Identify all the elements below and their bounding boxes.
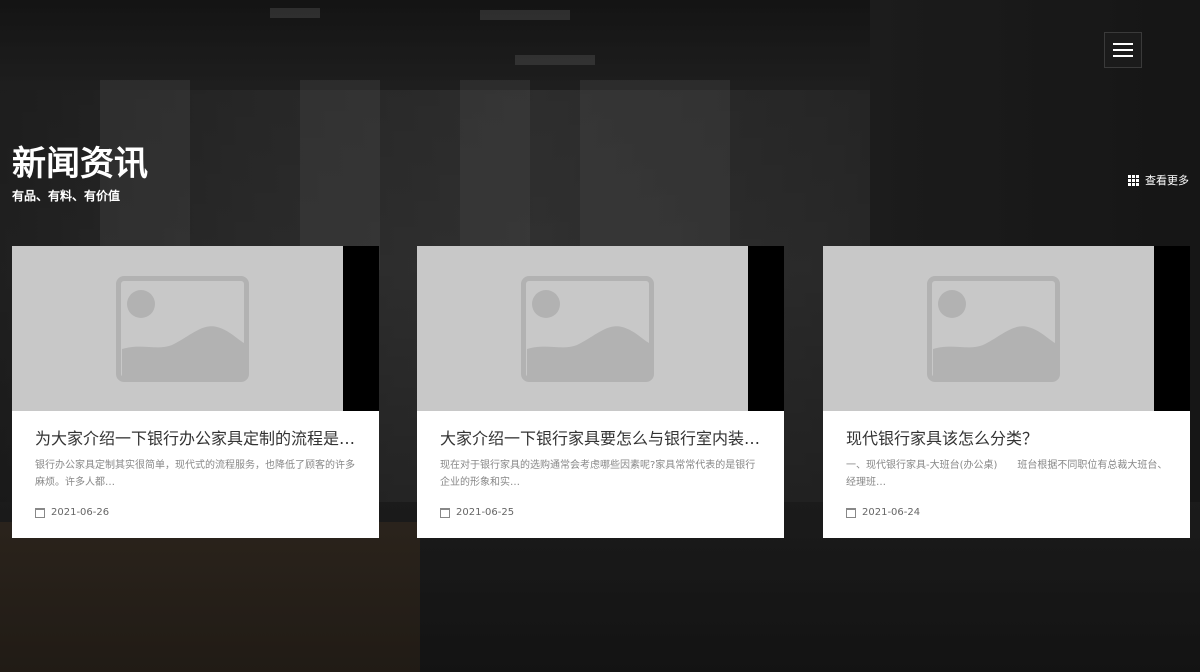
news-card-media (417, 246, 784, 411)
image-placeholder (417, 246, 748, 411)
hamburger-menu-icon (1113, 49, 1133, 51)
news-card-title[interactable]: 大家介绍一下银行家具要怎么与银行室内装… (440, 427, 762, 451)
image-placeholder-sun (938, 290, 966, 318)
view-more-label: 查看更多 (1145, 174, 1189, 187)
image-placeholder-sun (127, 290, 155, 318)
image-placeholder-sun (532, 290, 560, 318)
image-placeholder (823, 246, 1154, 411)
news-card[interactable]: 现代银行家具该怎么分类？ 一、现代银行家具-大班台(办公桌) 班台根据不同职位有… (823, 246, 1190, 538)
image-placeholder-mountain (527, 326, 649, 381)
calendar-icon (846, 507, 856, 518)
news-card-title[interactable]: 现代银行家具该怎么分类？ (846, 427, 1168, 451)
section-subtitle: 有品、有料、有价值 (12, 189, 121, 203)
news-card-title[interactable]: 为大家介绍一下银行办公家具定制的流程是… (35, 427, 357, 451)
news-card-date: 2021-06-26 (35, 507, 357, 518)
news-card-media (12, 246, 379, 411)
news-card-date: 2021-06-24 (846, 507, 1168, 518)
image-placeholder-mountain (122, 326, 244, 381)
news-card-date-text: 2021-06-24 (862, 507, 921, 518)
news-card-excerpt: 银行办公家具定制其实很简单，现代式的流程服务，也降低了顾客的许多麻烦。许多人都… (35, 460, 355, 488)
news-card-date: 2021-06-25 (440, 507, 762, 518)
news-card[interactable]: 为大家介绍一下银行办公家具定制的流程是… 银行办公家具定制其实很简单，现代式的流… (12, 246, 379, 538)
news-card-excerpt: 现在对于银行家具的选购通常会考虑哪些因素呢?家具常常代表的是银行企业的形象和实… (440, 460, 756, 488)
news-card-date-text: 2021-06-26 (51, 507, 110, 518)
image-placeholder (12, 246, 343, 411)
calendar-icon (440, 507, 450, 518)
image-placeholder-mountain (933, 326, 1055, 381)
news-card[interactable]: 大家介绍一下银行家具要怎么与银行室内装… 现在对于银行家具的选购通常会考虑哪些因… (417, 246, 784, 538)
news-card-excerpt: 一、现代银行家具-大班台(办公桌) 班台根据不同职位有总裁大班台、经理班… (846, 460, 1168, 488)
hamburger-menu-icon (1113, 43, 1133, 45)
calendar-icon (35, 507, 45, 518)
menu-button[interactable] (1104, 32, 1142, 68)
view-more-link[interactable]: 查看更多 (1128, 172, 1189, 188)
section-title: 新闻资讯 (12, 144, 148, 184)
news-card-date-text: 2021-06-25 (456, 507, 515, 518)
hamburger-menu-icon (1113, 55, 1133, 57)
news-card-media (823, 246, 1190, 411)
grid-icon (1128, 174, 1139, 186)
